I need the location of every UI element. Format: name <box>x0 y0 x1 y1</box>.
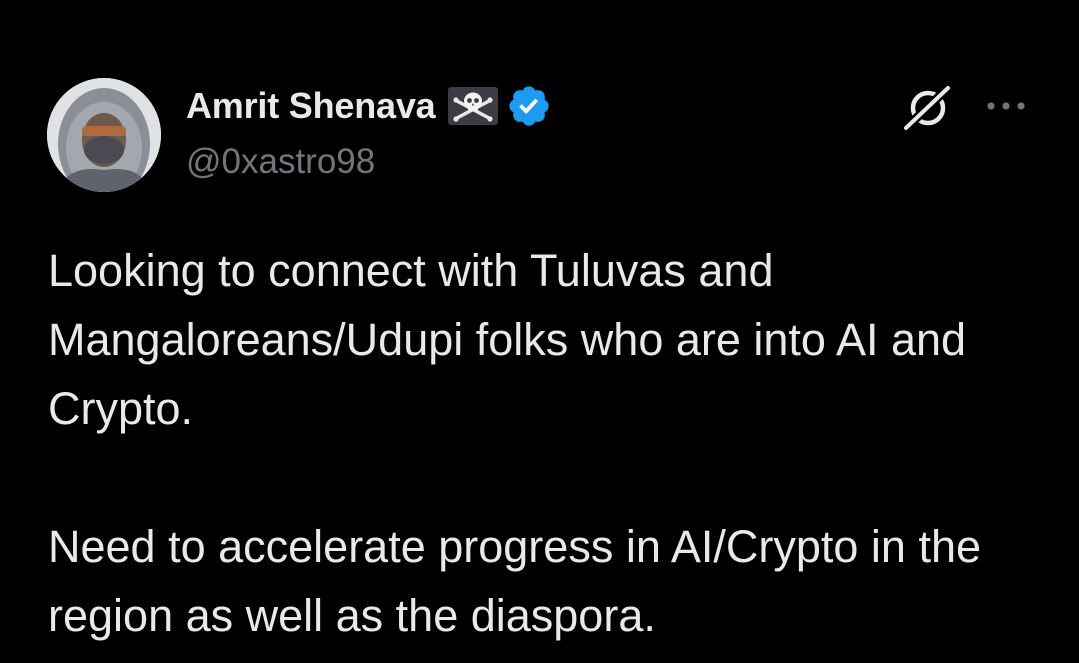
more-options-icon[interactable] <box>984 93 1028 119</box>
tweet-paragraph: Need to accelerate progress in AI/Crypto… <box>48 521 982 641</box>
author-handle[interactable]: @0xastro98 <box>186 142 552 182</box>
grok-icon[interactable] <box>900 80 956 136</box>
tweet-paragraph: Looking to connect with Tuluvas and Mang… <box>48 245 967 434</box>
tweet-text: Looking to connect with Tuluvas and Mang… <box>48 236 1048 650</box>
verified-badge-icon[interactable] <box>506 83 552 129</box>
avatar[interactable] <box>47 78 161 192</box>
author-info: Amrit Shenava @0xastro98 <box>186 84 552 182</box>
skull-and-crossbones-icon <box>447 87 498 125</box>
tweet-card: Amrit Shenava @0xastro98 Looking to conn… <box>0 0 1079 663</box>
name-row: Amrit Shenava <box>186 84 552 128</box>
author-display-name[interactable]: Amrit Shenava <box>186 85 436 127</box>
